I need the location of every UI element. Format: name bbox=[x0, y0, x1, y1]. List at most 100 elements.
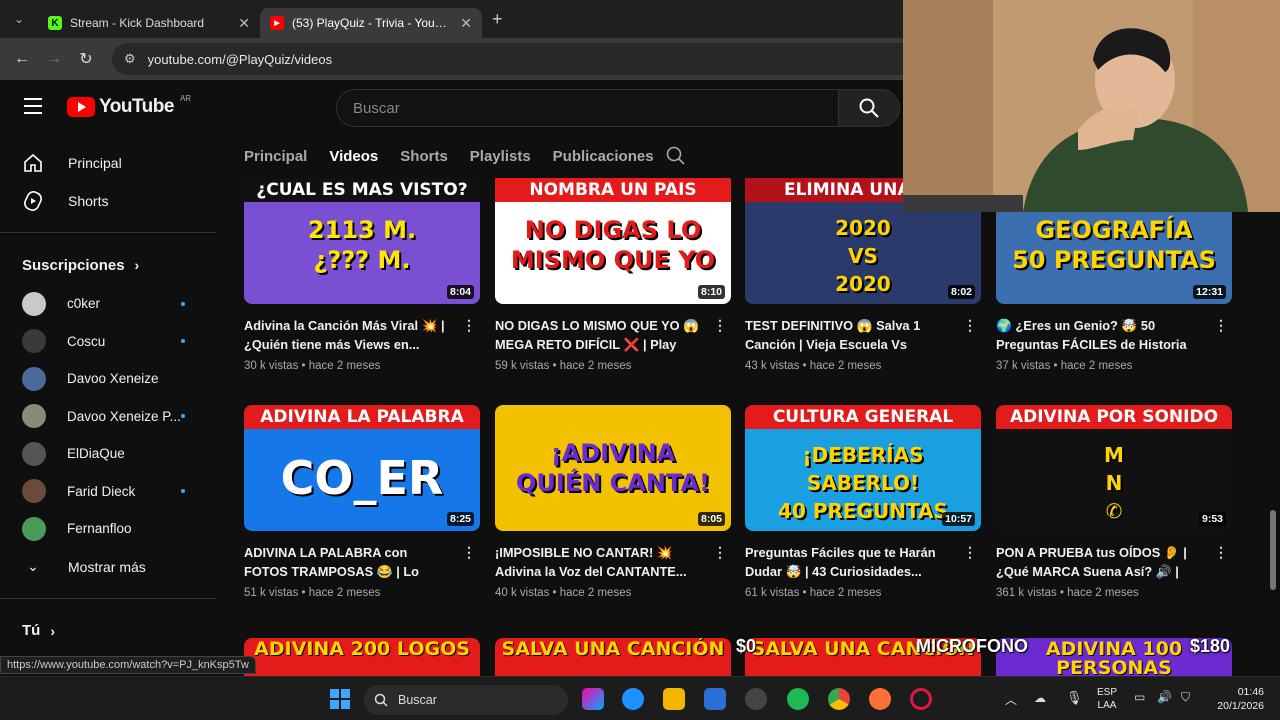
edge-icon[interactable] bbox=[622, 688, 644, 710]
file-explorer-icon[interactable] bbox=[663, 688, 685, 710]
reload-icon[interactable]: ↻ bbox=[74, 49, 98, 69]
tab-playlists[interactable]: Playlists bbox=[470, 148, 531, 167]
tab-kick-dashboard[interactable]: K Stream - Kick Dashboard ✕ bbox=[38, 8, 260, 38]
search-button[interactable] bbox=[838, 89, 900, 127]
tab-shorts[interactable]: Shorts bbox=[400, 148, 448, 167]
sidebar-subscription[interactable]: Fernanfloo bbox=[0, 510, 228, 548]
tab-youtube-playquiz[interactable]: ▶ (53) PlayQuiz - Trivia - YouTube ✕ bbox=[260, 8, 482, 38]
close-tab-icon[interactable]: ✕ bbox=[460, 15, 472, 32]
tab-title: (53) PlayQuiz - Trivia - YouTube bbox=[292, 16, 453, 30]
copilot-icon[interactable] bbox=[582, 688, 604, 710]
new-content-dot bbox=[181, 489, 185, 494]
subscriptions-header[interactable]: Suscripciones › bbox=[0, 245, 228, 285]
video-title[interactable]: ADIVINA LA PALABRA con FOTOS TRAMPOSAS 😂… bbox=[244, 545, 419, 581]
display-icon[interactable]: ▭ bbox=[1134, 690, 1145, 704]
channel-search-icon[interactable] bbox=[666, 146, 686, 171]
tray-chevron-up-icon[interactable]: ︿ bbox=[1005, 691, 1017, 708]
sidebar-subscription[interactable]: Coscu bbox=[0, 323, 228, 361]
video-title[interactable]: Preguntas Fáciles que te Harán Dudar 🤯 |… bbox=[745, 545, 936, 579]
video-duration: 8:05 bbox=[697, 512, 725, 526]
tab-videos[interactable]: Videos bbox=[329, 148, 378, 167]
video-card[interactable]: ¡ADIVINA QUIÉN CANTA! 8:05 ¡IMPOSIBLE NO CA… bbox=[495, 405, 731, 599]
tab-principal[interactable]: Principal bbox=[244, 148, 307, 167]
youtube-logo[interactable]: YouTube AR bbox=[67, 94, 191, 118]
sidebar-subscription[interactable]: Davoo Xeneize P... bbox=[0, 398, 228, 436]
more-options-icon[interactable]: ⋮ bbox=[713, 316, 727, 335]
tab-search-caret-icon[interactable]: ⌄ bbox=[0, 0, 38, 38]
shield-icon[interactable]: ⛉ bbox=[1181, 690, 1190, 705]
video-card[interactable]: ADIVINA LA PALABRA CO_ER 8:25 ADIVINA LA PA… bbox=[244, 405, 480, 599]
chrome-icon[interactable] bbox=[828, 688, 850, 710]
avatar bbox=[22, 291, 46, 316]
video-meta: 43 k vistas • hace 2 meses bbox=[745, 360, 981, 372]
video-thumbnail[interactable]: ADIVINA POR SONIDO M N ✆ 9:53 bbox=[996, 405, 1232, 531]
video-card[interactable]: CULTURA GENERAL ¡DEBERÍAS SABERLO! 40 PREGU… bbox=[745, 405, 981, 599]
video-title[interactable]: 🌍 ¿Eres un Genio? 🤯 50 Preguntas FÁCILES… bbox=[996, 318, 1187, 354]
youtube-icon: ▶ bbox=[270, 16, 284, 30]
sidebar-subscription[interactable]: ElDiaQue bbox=[0, 435, 228, 473]
search-icon bbox=[374, 693, 388, 707]
site-settings-icon[interactable]: ⚙ bbox=[124, 51, 136, 67]
new-tab-icon[interactable]: + bbox=[492, 9, 503, 30]
video-title[interactable]: NO DIGAS LO MISMO QUE YO 😱 MEGA RETO DIF… bbox=[495, 318, 699, 354]
windows-start-icon[interactable] bbox=[330, 689, 350, 709]
back-arrow-icon[interactable]: ← bbox=[10, 50, 34, 68]
spotify-icon[interactable] bbox=[787, 688, 809, 710]
forward-arrow-icon[interactable]: → bbox=[42, 50, 66, 68]
taskbar-search[interactable]: Buscar bbox=[364, 685, 568, 715]
thumbnail-text: 2020 bbox=[835, 216, 891, 240]
more-options-icon[interactable]: ⋮ bbox=[963, 543, 977, 562]
show-more-button[interactable]: ⌄ Mostrar más bbox=[0, 548, 228, 586]
thumbnail-text: ¡ADIVINA bbox=[550, 439, 676, 467]
video-thumbnail[interactable]: NOMBRA UN PAIS NO DIGAS LO MISMO QUE YO 8:1… bbox=[495, 178, 731, 304]
video-thumbnail[interactable]: ¿CUAL ES MAS VISTO? 2113 M. ¿??? M. 8:04 bbox=[244, 178, 480, 304]
video-thumbnail[interactable]: ¡ADIVINA QUIÉN CANTA! 8:05 bbox=[495, 405, 731, 531]
more-options-icon[interactable]: ⋮ bbox=[1214, 316, 1228, 335]
video-card[interactable]: NOMBRA UN PAIS NO DIGAS LO MISMO QUE YO 8:1… bbox=[495, 178, 731, 372]
video-views: 43 k vistas bbox=[745, 360, 800, 372]
more-options-icon[interactable]: ⋮ bbox=[462, 543, 476, 562]
more-options-icon[interactable]: ⋮ bbox=[1214, 543, 1228, 562]
opera-icon[interactable] bbox=[910, 688, 932, 710]
scrollbar-thumb[interactable] bbox=[1270, 510, 1276, 590]
microphone-icon[interactable]: 🎙 bbox=[1066, 690, 1083, 706]
firefox-icon[interactable] bbox=[869, 688, 891, 710]
video-thumbnail[interactable]: SALVA UNA CANCIÓN bbox=[495, 638, 731, 676]
video-thumbnail[interactable]: ADIVINA LA PALABRA CO_ER 8:25 bbox=[244, 405, 480, 531]
obs-icon[interactable] bbox=[745, 688, 767, 710]
video-thumbnail[interactable]: CULTURA GENERAL ¡DEBERÍAS SABERLO! 40 PREGU… bbox=[745, 405, 981, 531]
address-bar[interactable]: ⚙ youtube.com/@PlayQuiz/videos bbox=[112, 43, 972, 75]
network-cloud-icon[interactable]: ☁ bbox=[1034, 691, 1046, 705]
clock[interactable]: 01:46 20/1/2026 bbox=[1208, 685, 1264, 713]
sidebar-item-principal[interactable]: Principal bbox=[0, 144, 228, 182]
video-card[interactable]: ADIVINA POR SONIDO M N ✆ 9:53 PON A PRUEBA tu… bbox=[996, 405, 1232, 599]
video-thumbnail[interactable]: ADIVINA 200 LOGOS bbox=[244, 638, 480, 676]
page-scrollbar[interactable] bbox=[1268, 180, 1280, 676]
hamburger-menu-icon[interactable] bbox=[24, 98, 42, 114]
close-tab-icon[interactable]: ✕ bbox=[238, 15, 250, 32]
video-title[interactable]: TEST DEFINITIVO 😱 Salva 1 Canción | Viej… bbox=[745, 318, 920, 354]
language-indicator[interactable]: ESP LAA bbox=[1097, 686, 1117, 712]
sidebar-subscription[interactable]: Farid Dieck bbox=[0, 473, 228, 511]
video-meta: 40 k vistas • hace 2 meses bbox=[495, 587, 731, 599]
microsoft-store-icon[interactable] bbox=[704, 688, 726, 710]
more-options-icon[interactable]: ⋮ bbox=[462, 316, 476, 335]
video-title[interactable]: ¡IMPOSIBLE NO CANTAR! 💥 Adivina la Voz d… bbox=[495, 545, 687, 579]
more-options-icon[interactable]: ⋮ bbox=[713, 543, 727, 562]
video-views: 361 k vistas bbox=[996, 587, 1057, 599]
video-card[interactable]: ¿CUAL ES MAS VISTO? 2113 M. ¿??? M. 8:04 Adi… bbox=[244, 178, 480, 372]
chevron-down-icon: ⌄ bbox=[27, 558, 39, 574]
more-options-icon[interactable]: ⋮ bbox=[963, 316, 977, 335]
sidebar-subscription[interactable]: c0ker bbox=[0, 285, 228, 323]
video-title[interactable]: Adivina la Canción Más Viral 💥 | ¿Quién … bbox=[244, 318, 445, 352]
volume-icon[interactable]: 🔊 bbox=[1157, 690, 1172, 704]
video-title[interactable]: PON A PRUEBA tus OÍDOS 👂 | ¿Qué MARCA Su… bbox=[996, 545, 1187, 581]
overlay-right-amount: $180 bbox=[1190, 636, 1231, 656]
you-header[interactable]: Tú › bbox=[0, 611, 228, 651]
tab-publicaciones[interactable]: Publicaciones bbox=[553, 148, 654, 167]
search-input[interactable]: Buscar bbox=[336, 89, 839, 127]
video-age: hace 2 meses bbox=[1060, 360, 1133, 372]
sidebar-item-shorts[interactable]: Shorts bbox=[0, 182, 228, 220]
sidebar-subscription[interactable]: Davoo Xeneize bbox=[0, 360, 228, 398]
meta-separator: • bbox=[1056, 587, 1068, 599]
